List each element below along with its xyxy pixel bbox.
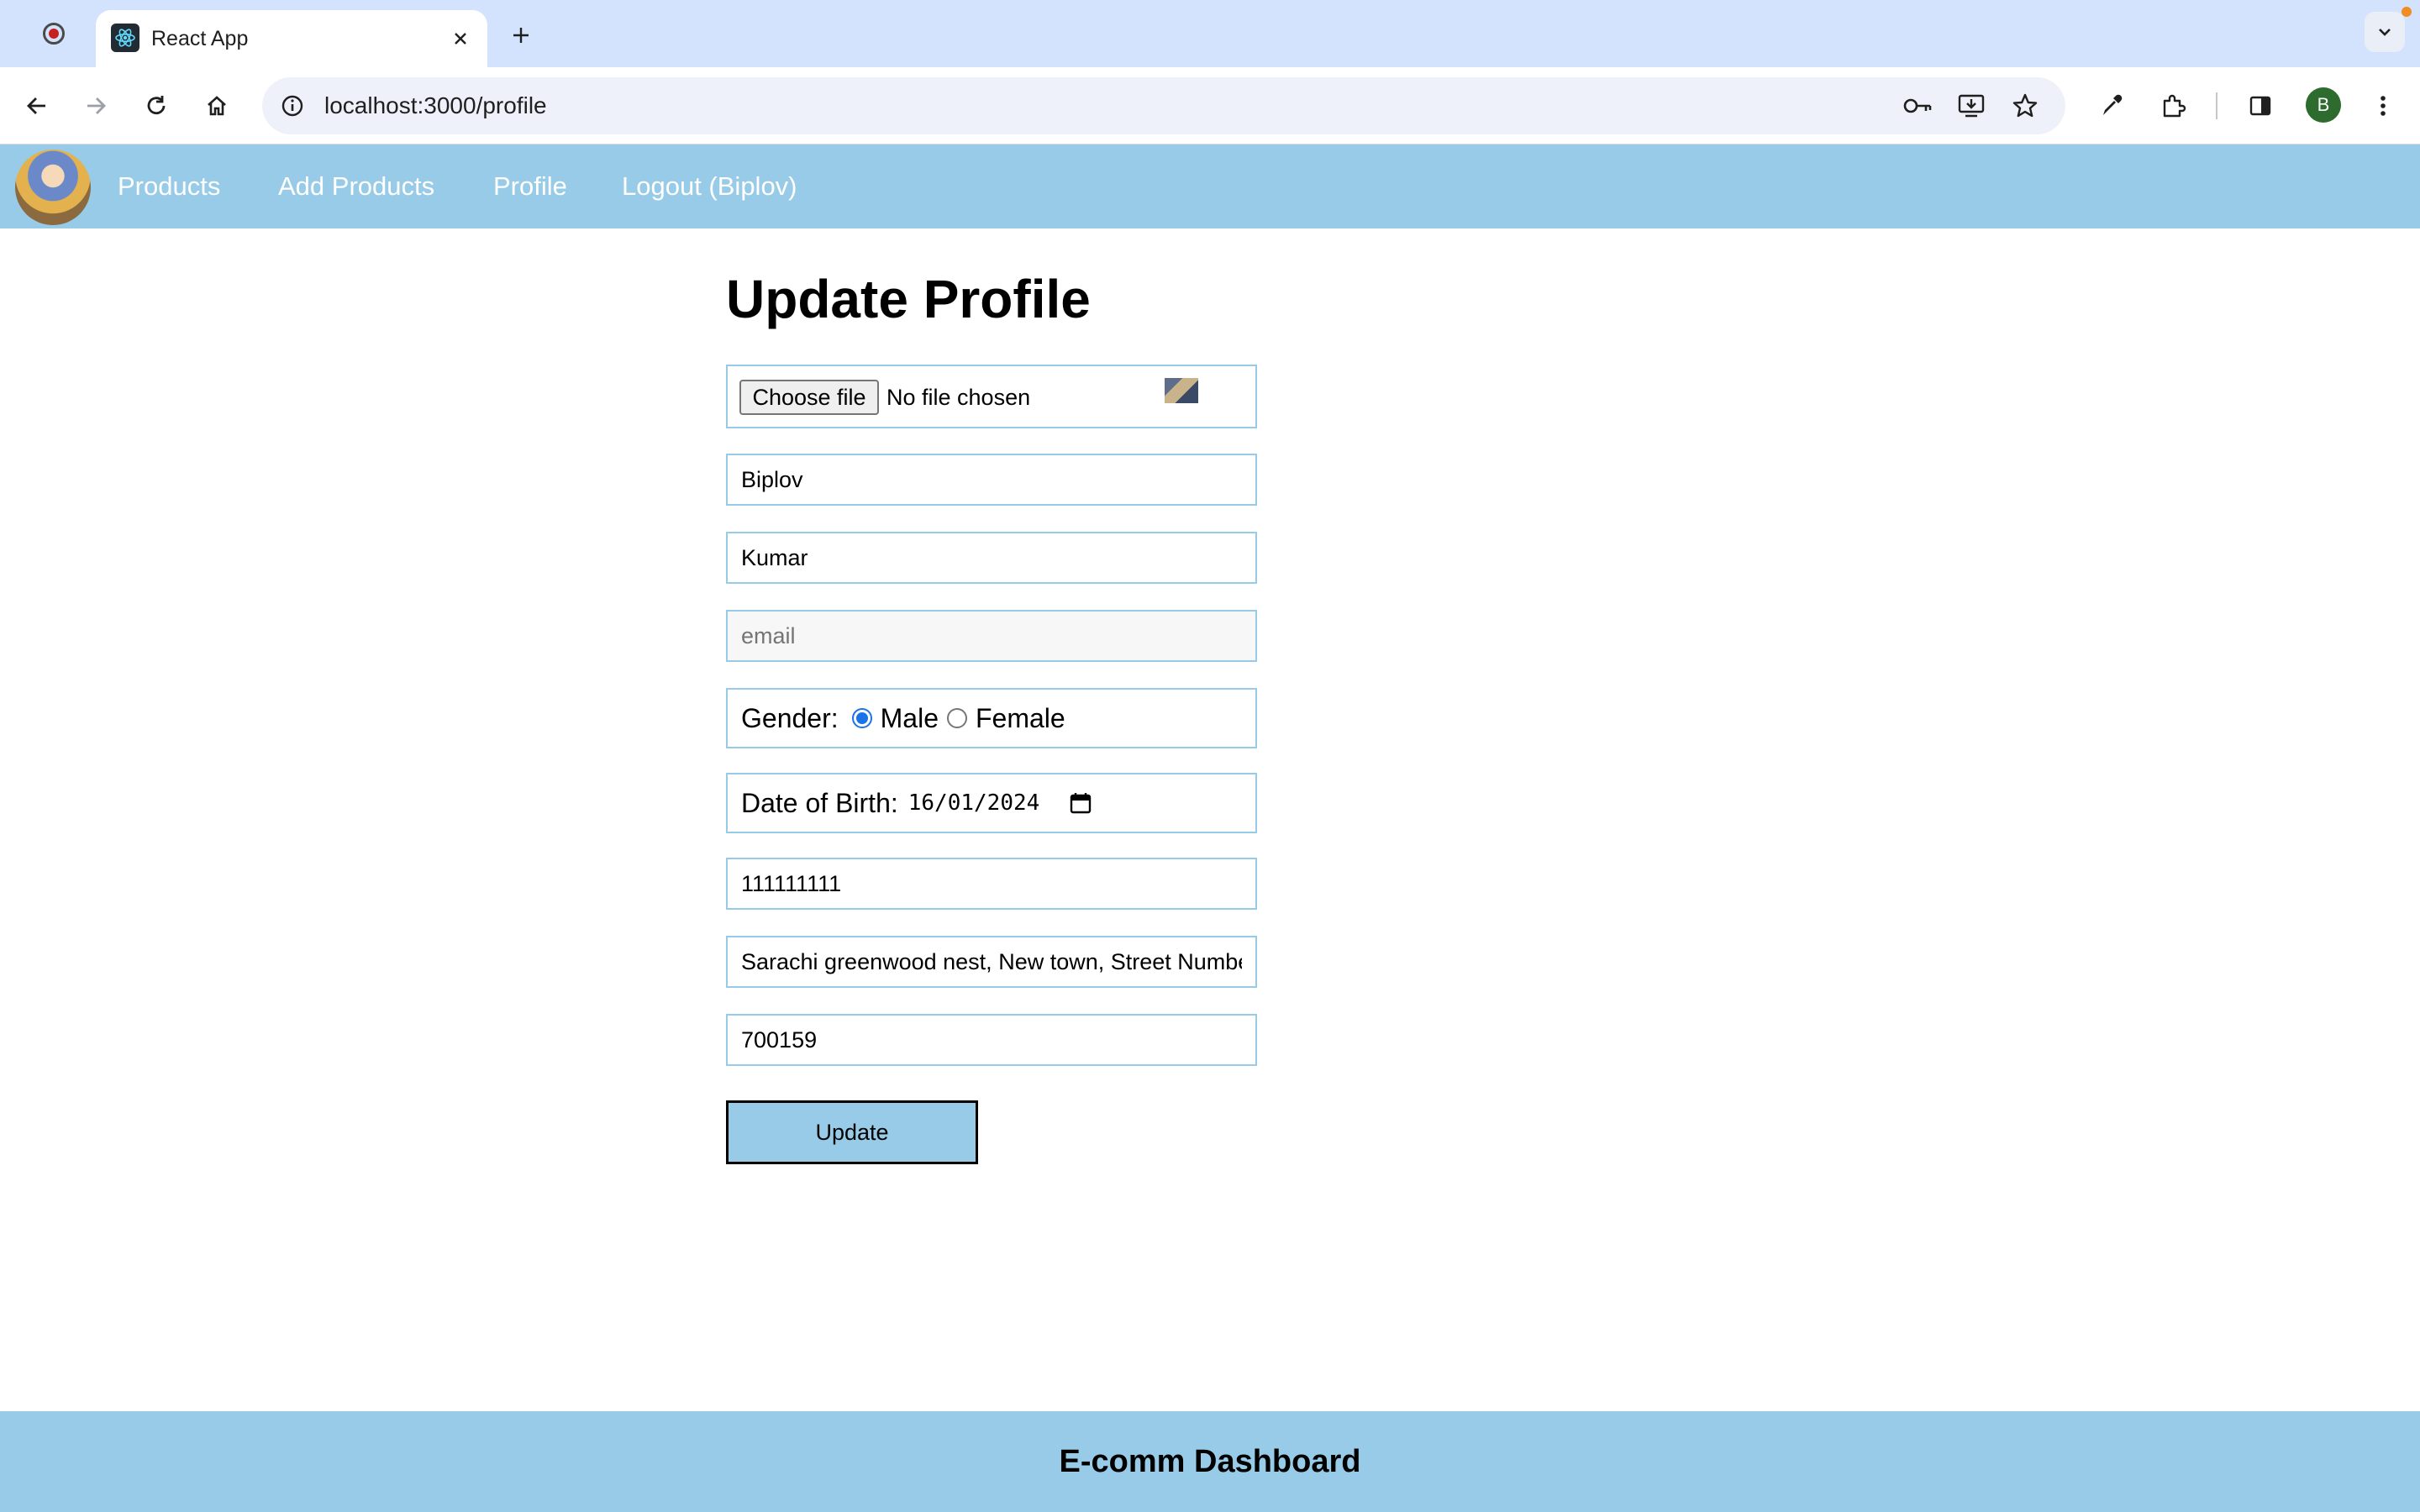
calendar-icon[interactable] <box>1070 792 1092 814</box>
notification-dot <box>2402 7 2412 17</box>
tab-title: React App <box>151 27 249 50</box>
nav-link-products[interactable]: Products <box>118 144 220 228</box>
profile-avatar[interactable]: B <box>2306 87 2341 123</box>
dob-input[interactable]: 16/01/2024 <box>908 790 1040 816</box>
tab-search-chevron-down-icon[interactable] <box>2365 12 2405 52</box>
profile-image-file-input: Choose file No file chosen <box>726 365 1257 428</box>
last-name-input[interactable] <box>728 533 1255 582</box>
install-app-icon[interactable] <box>1954 89 1988 123</box>
file-status-text: No file chosen <box>886 385 1031 410</box>
app-navbar: Products Add Products Profile Logout (Bi… <box>0 144 2420 228</box>
phone-input[interactable] <box>728 859 1255 908</box>
back-arrow-icon[interactable] <box>17 86 57 126</box>
footer-title: E-comm Dashboard <box>1059 1443 1361 1479</box>
address-bar[interactable]: localhost:3000/profile <box>262 77 2065 134</box>
url-text[interactable]: localhost:3000/profile <box>324 77 547 134</box>
tab-strip: React App <box>0 0 2420 67</box>
react-favicon-icon <box>111 24 139 52</box>
forward-arrow-icon[interactable] <box>76 86 116 126</box>
nav-link-logout[interactable]: Logout (Biplov) <box>622 144 797 228</box>
side-panel-icon[interactable] <box>2240 86 2281 126</box>
last-name-field <box>726 532 1257 584</box>
footer: E-comm Dashboard <box>0 1411 2420 1512</box>
first-name-input[interactable] <box>728 455 1255 504</box>
close-icon[interactable] <box>447 25 474 52</box>
pincode-field <box>726 1014 1257 1066</box>
gender-field: Gender: Male Female <box>726 688 1257 748</box>
update-button[interactable]: Update <box>726 1100 978 1164</box>
dob-label: Date of Birth: <box>741 787 898 818</box>
pincode-input[interactable] <box>728 1016 1255 1064</box>
nav-link-add-products[interactable]: Add Products <box>278 144 434 228</box>
browser-toolbar: localhost:3000/profile B <box>0 67 2420 144</box>
app-logo <box>15 150 91 225</box>
address-field <box>726 936 1257 988</box>
toolbar-divider <box>2216 92 2217 119</box>
eyedropper-extension-icon[interactable] <box>2091 86 2131 126</box>
gender-male-label[interactable]: Male <box>881 703 939 734</box>
page-title: Update Profile <box>726 269 1091 329</box>
email-input[interactable] <box>728 612 1255 660</box>
site-info-icon[interactable] <box>276 89 309 123</box>
email-field <box>726 610 1257 662</box>
bookmark-star-icon[interactable] <box>2008 89 2042 123</box>
gender-female-label[interactable]: Female <box>976 703 1065 734</box>
profile-image-thumbnail <box>1165 378 1198 403</box>
address-input[interactable] <box>728 937 1255 986</box>
gender-female-radio[interactable] <box>946 708 967 728</box>
gender-male-radio[interactable] <box>851 708 872 728</box>
gender-label: Gender: <box>741 702 839 733</box>
reload-icon[interactable] <box>136 86 176 126</box>
first-name-field <box>726 454 1257 506</box>
extensions-puzzle-icon[interactable] <box>2153 86 2193 126</box>
nav-link-profile[interactable]: Profile <box>493 144 567 228</box>
dob-field: Date of Birth: 16/01/2024 <box>726 773 1257 833</box>
record-icon[interactable] <box>39 18 69 49</box>
browser-tab[interactable]: React App <box>96 10 487 67</box>
phone-field <box>726 858 1257 910</box>
choose-file-button[interactable]: Choose file <box>739 380 879 415</box>
more-menu-icon[interactable] <box>2363 86 2403 126</box>
browser-window: React App localhost:3000/profile B Produ… <box>0 0 2420 1512</box>
home-icon[interactable] <box>197 86 237 126</box>
new-tab-plus-icon[interactable] <box>504 18 538 52</box>
password-key-icon[interactable] <box>1901 89 1934 123</box>
